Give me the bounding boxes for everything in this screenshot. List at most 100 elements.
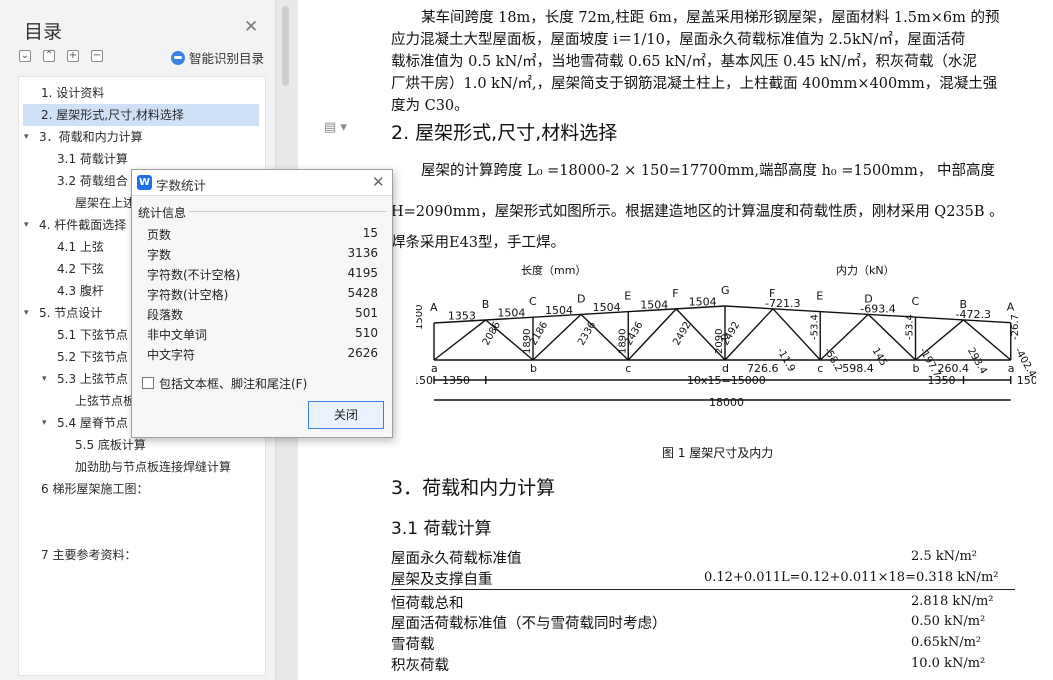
node-label: A xyxy=(1007,301,1015,314)
chevron-down-icon[interactable]: ▾ xyxy=(42,368,47,390)
include-textbox-label[interactable]: 包括文本框、脚注和尾注(F) xyxy=(159,375,307,392)
diag-length: 2336 xyxy=(576,320,598,348)
member-force: -693.4 xyxy=(860,302,895,315)
truss-diagram: 长度（mm） 内力（kN） A B C D E F G F E D C B Aa b c d c b a1353 15… xyxy=(416,263,1036,409)
para-line: 屋架的计算跨度 L₀ =18000-2 × 150=17700mm,端部高度 h… xyxy=(421,163,996,179)
end-height: 1500 xyxy=(416,305,425,330)
node-label: a xyxy=(1008,362,1015,375)
stat-label: 字符数(计空格) xyxy=(147,288,229,302)
stat-label: 字符数(不计空格) xyxy=(147,268,241,282)
toc-item-label: 5.3 上弦节点 xyxy=(57,372,128,386)
toc-item-label: 上弦节点板 xyxy=(75,394,136,408)
stat-label: 段落数 xyxy=(147,308,184,322)
toc-item[interactable]: 加劲肋与节点板连接焊缝计算 xyxy=(19,456,265,478)
para-line: 厂烘干房）1.0 kN/㎡,，屋架简支于钢筋混凝土柱上，上柱截面 400mm×4… xyxy=(391,76,998,92)
toc-item[interactable]: ▾ 3．荷载和内力计算 xyxy=(19,126,265,148)
para-line: 载标准值为 0.5 kN/㎡，当地雪荷载 0.65 kN/㎡，基本风压 0.45… xyxy=(391,54,977,70)
stat-value: 2626 xyxy=(347,346,378,360)
close-icon[interactable]: ✕ xyxy=(372,173,385,191)
dim-label: 10x15=15000 xyxy=(687,374,766,387)
load-row-value: 10.0 kN/m² xyxy=(911,656,986,671)
stat-label: 中文字符 xyxy=(147,348,196,362)
para-line: H=2090mm，屋架形式如图所示。根据建造地区的计算温度和荷载性质，刚材采用 … xyxy=(391,204,1004,220)
smart-toc-button[interactable]: 智能识别目录 xyxy=(171,48,264,67)
scrollbar-thumb[interactable] xyxy=(282,6,289,86)
remove-item-icon[interactable]: − xyxy=(91,50,103,62)
toc-item-label: 4.1 上弦 xyxy=(57,240,104,254)
subsection-heading: 3.1 荷载计算 xyxy=(391,519,492,539)
load-row-label: 恒荷载总和 xyxy=(391,596,464,612)
stat-value: 510 xyxy=(355,326,378,340)
node-label: G xyxy=(721,284,730,297)
member-length: 1504 xyxy=(640,298,668,311)
force-label: 内力（kN） xyxy=(836,263,895,277)
node-label: C xyxy=(912,295,920,308)
load-row-value: 2.818 kN/m² xyxy=(911,594,994,609)
load-row-label: 积灰荷载 xyxy=(391,658,449,674)
toc-item-label: 屋架在上述 xyxy=(75,196,136,210)
document-page: ▤ ▾ 某车间跨度 18m，长度 72m,柱距 6m，屋盖采用梯形钢屋架，屋面材… xyxy=(298,0,1053,680)
collapse-level-icon[interactable]: ⌃ xyxy=(43,50,55,62)
span-label: 18000 xyxy=(709,396,744,409)
chevron-down-icon[interactable]: ▾ xyxy=(24,214,29,236)
toc-item-label: 5. 节点设计 xyxy=(39,306,103,320)
chevron-down-icon[interactable]: ▾ xyxy=(42,412,47,434)
toc-item-label: 6 梯形屋架施工图： xyxy=(41,482,149,496)
toc-item-label: 加劲肋与节点板连接焊缝计算 xyxy=(75,460,232,474)
section-heading: 3．荷载和内力计算 xyxy=(391,477,556,499)
member-length: 1504 xyxy=(545,304,573,317)
node-label: F xyxy=(672,287,678,300)
para-line: 应力混凝土大型屋面板，屋面坡度 i＝1/10，屋面永久荷载标准值为 2.5kN/… xyxy=(391,32,966,48)
diag-length: 2086 xyxy=(481,320,503,348)
web-diagonal xyxy=(433,319,487,361)
toc-item[interactable]: 1. 设计资料 xyxy=(19,82,265,104)
toc-item-label: 5.2 下弦节点 xyxy=(57,350,128,364)
vert-length: 2090 xyxy=(714,329,725,354)
toc-item-label: 3.1 荷载计算 xyxy=(57,152,128,166)
stat-value: 4195 xyxy=(347,266,378,280)
toc-close-icon[interactable]: ✕ xyxy=(244,19,258,36)
node-label: c xyxy=(625,362,631,375)
node-label: B xyxy=(482,298,490,311)
stat-value: 15 xyxy=(362,226,378,240)
sum-rule xyxy=(391,589,1015,590)
toc-item[interactable]: 7 主要参考资料： xyxy=(19,544,265,566)
chevron-down-icon[interactable]: ▾ xyxy=(24,302,29,324)
vert-length: 1890 xyxy=(617,329,628,354)
toc-item-label: 1. 设计资料 xyxy=(41,86,105,100)
include-textbox-checkbox[interactable] xyxy=(142,377,154,389)
toc-item-active[interactable]: 2. 屋架形式,尺寸,材料选择 xyxy=(23,104,259,126)
vert-length: 1890 xyxy=(522,329,533,354)
word-count-dialog: W 字数统计 ✕ 统计信息 页数 15 字数 3136 字符数(不计空格) 4195 … xyxy=(131,169,393,438)
node-label: b xyxy=(530,362,537,375)
stat-value: 5428 xyxy=(347,286,378,300)
node-label: E xyxy=(816,290,823,303)
load-row-label: 屋面活荷载标准值（不与雪荷载同时考虑） xyxy=(391,616,667,632)
load-row-value: 2.5 kN/m² xyxy=(911,549,977,564)
vert-force: -53.4 xyxy=(809,314,820,340)
add-item-icon[interactable]: + xyxy=(67,50,79,62)
dialog-title: 字数统计 xyxy=(156,178,207,193)
node-label: c xyxy=(817,362,823,375)
toc-item-label: 3．荷载和内力计算 xyxy=(39,130,143,144)
figure-caption: 图 1 屋架尺寸及内力 xyxy=(662,446,774,460)
member-force: -472.3 xyxy=(956,308,991,321)
close-button[interactable]: 关闭 xyxy=(308,401,384,429)
stat-label: 页数 xyxy=(147,228,172,242)
member-length: 1504 xyxy=(593,301,621,314)
stat-label: 字数 xyxy=(147,248,172,262)
stat-value: 3136 xyxy=(347,246,378,260)
page-menu-icon[interactable]: ▤ ▾ xyxy=(324,120,347,135)
dialog-titlebar[interactable]: W 字数统计 ✕ xyxy=(132,170,392,196)
toc-item[interactable]: 6 梯形屋架施工图： xyxy=(19,478,265,500)
expand-level-icon[interactable]: ⌄ xyxy=(19,50,31,62)
node-label: C xyxy=(529,295,537,308)
chevron-down-icon[interactable]: ▾ xyxy=(24,126,29,148)
load-row-label: 屋架及支撑自重 xyxy=(391,572,493,588)
toc-item[interactable]: 3.1 荷载计算 xyxy=(19,148,265,170)
toc-title: 目录 xyxy=(24,21,63,43)
vert-force: 0 xyxy=(720,334,731,340)
wps-logo-icon: W xyxy=(137,175,152,190)
member-force: 598.4 xyxy=(842,362,874,375)
toc-item-label: 5.1 下弦节点 xyxy=(57,328,128,342)
